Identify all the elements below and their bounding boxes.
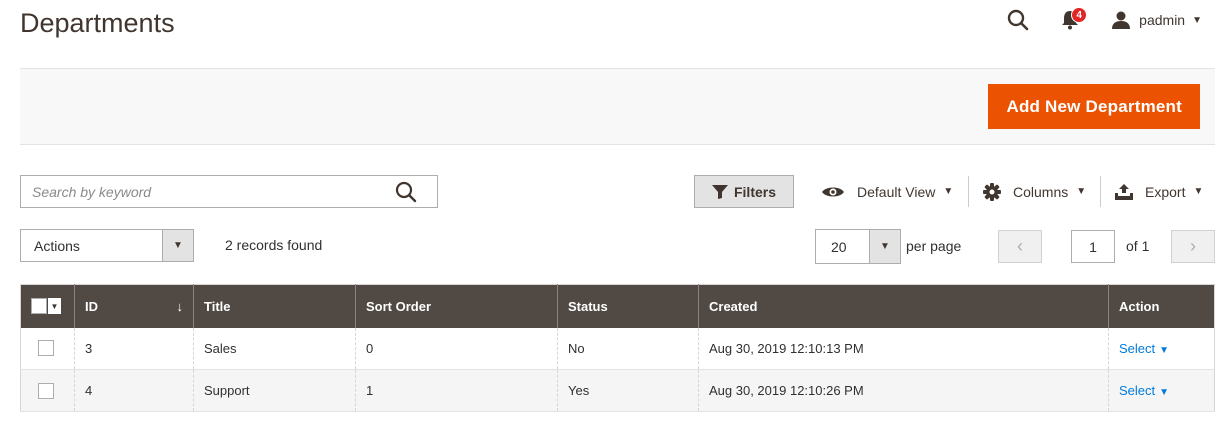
mass-select-header: ▼ xyxy=(20,284,75,328)
chevron-down-icon[interactable]: ▼ xyxy=(48,298,61,315)
current-page-input[interactable] xyxy=(1071,230,1115,263)
row-action-label: Select xyxy=(1119,383,1156,398)
chevron-down-icon: ▼ xyxy=(1193,186,1204,197)
chevron-down-icon: ▼ xyxy=(943,186,954,197)
row-select-cell xyxy=(20,369,75,412)
gear-icon xyxy=(983,182,1001,201)
cell-sort-order: 0 xyxy=(355,327,558,370)
chevron-down-icon: ▼ xyxy=(869,230,900,263)
chevron-down-icon: ▼ xyxy=(162,230,193,261)
column-header-status[interactable]: Status xyxy=(557,284,699,328)
header-actions: 4 padmin ▼ xyxy=(1006,7,1202,32)
toolbar-divider xyxy=(1100,176,1101,207)
user-account-menu[interactable]: padmin ▼ xyxy=(1112,11,1202,29)
keyword-search xyxy=(20,175,438,208)
filters-button[interactable]: Filters xyxy=(694,175,794,208)
row-action-select[interactable]: Select ▼ xyxy=(1119,341,1169,356)
columns-label: Columns xyxy=(1013,183,1069,200)
cell-created: Aug 30, 2019 12:10:26 PM xyxy=(698,369,1109,412)
cell-title: Sales xyxy=(193,327,356,370)
column-header-label: Sort Order xyxy=(366,298,432,314)
filters-label: Filters xyxy=(733,183,776,200)
column-header-id[interactable]: ID ↓ xyxy=(74,284,194,328)
cell-title: Support xyxy=(193,369,356,412)
export-dropdown[interactable]: Export ▼ xyxy=(1115,175,1203,208)
view-label: Default View xyxy=(857,183,936,200)
departments-grid: ▼ ID ↓ Title Sort Order Status Created A… xyxy=(20,284,1215,412)
cell-action: Select ▼ xyxy=(1108,327,1215,370)
column-header-sort-order[interactable]: Sort Order xyxy=(355,284,558,328)
chevron-right-icon: › xyxy=(1190,236,1196,256)
mass-actions-select[interactable]: Actions ▼ xyxy=(20,229,194,262)
eye-icon xyxy=(821,185,845,199)
notifications-button[interactable]: 4 xyxy=(1058,7,1088,32)
previous-page-button[interactable]: ‹ xyxy=(998,230,1042,263)
mass-actions-label: Actions xyxy=(34,237,80,254)
mass-select-checkbox[interactable]: ▼ xyxy=(31,298,64,315)
search-icon[interactable] xyxy=(395,181,417,203)
cell-id: 3 xyxy=(74,327,194,370)
per-page-select[interactable]: 20 ▼ xyxy=(815,229,901,264)
chevron-down-icon: ▼ xyxy=(1076,186,1087,197)
global-search-button[interactable] xyxy=(1006,8,1030,32)
export-label: Export xyxy=(1145,183,1186,200)
total-pages-label: of 1 xyxy=(1126,238,1150,254)
view-dropdown[interactable]: Default View ▼ xyxy=(821,175,953,208)
chevron-down-icon: ▼ xyxy=(1159,387,1170,398)
records-found-count: 2 records found xyxy=(225,237,323,253)
chevron-down-icon: ▼ xyxy=(1159,344,1170,356)
export-icon xyxy=(1115,183,1133,200)
chevron-left-icon: ‹ xyxy=(1017,236,1023,256)
next-page-button[interactable]: › xyxy=(1171,230,1215,263)
row-select-cell xyxy=(21,328,75,370)
toolbar-divider xyxy=(968,176,969,207)
search-icon xyxy=(1007,9,1029,31)
user-icon xyxy=(1112,11,1131,29)
cell-status: Yes xyxy=(557,369,699,412)
chevron-down-icon: ▼ xyxy=(1192,14,1202,26)
row-checkbox[interactable] xyxy=(38,382,54,399)
column-header-action: Action xyxy=(1108,284,1215,328)
cell-status: No xyxy=(557,327,699,370)
cell-id: 4 xyxy=(74,369,194,412)
sort-arrow-icon: ↓ xyxy=(176,298,184,314)
table-row: 4 Support 1 Yes Aug 30, 2019 12:10:26 PM… xyxy=(20,369,1215,412)
column-header-label: Action xyxy=(1119,298,1160,314)
column-header-created[interactable]: Created xyxy=(698,284,1109,328)
notification-count-badge: 4 xyxy=(1071,7,1088,23)
row-action-select[interactable]: Select ▼ xyxy=(1119,383,1169,398)
columns-dropdown[interactable]: Columns ▼ xyxy=(983,175,1086,208)
cell-sort-order: 1 xyxy=(355,369,558,412)
grid-header-row: ▼ ID ↓ Title Sort Order Status Created A… xyxy=(20,284,1215,328)
add-new-department-button[interactable]: Add New Department xyxy=(988,84,1200,129)
column-header-label: Title xyxy=(204,298,231,314)
per-page-label: per page xyxy=(906,238,962,254)
row-action-label: Select xyxy=(1119,340,1156,356)
column-header-title[interactable]: Title xyxy=(193,284,356,328)
cell-action: Select ▼ xyxy=(1108,369,1215,412)
column-header-label: ID xyxy=(85,298,98,314)
search-input[interactable] xyxy=(21,176,381,207)
per-page-value: 20 xyxy=(831,238,847,255)
page-actions-bar: Add New Department xyxy=(20,68,1215,145)
username-label: padmin xyxy=(1139,12,1186,28)
page-title: Departments xyxy=(20,8,175,38)
filter-icon xyxy=(711,184,728,199)
row-checkbox[interactable] xyxy=(38,340,54,357)
checkbox[interactable] xyxy=(31,298,47,315)
table-row: 3 Sales 0 No Aug 30, 2019 12:10:13 PM Se… xyxy=(20,327,1215,370)
column-header-label: Created xyxy=(709,298,758,314)
column-header-label: Status xyxy=(568,298,608,314)
cell-created: Aug 30, 2019 12:10:13 PM xyxy=(698,327,1109,370)
